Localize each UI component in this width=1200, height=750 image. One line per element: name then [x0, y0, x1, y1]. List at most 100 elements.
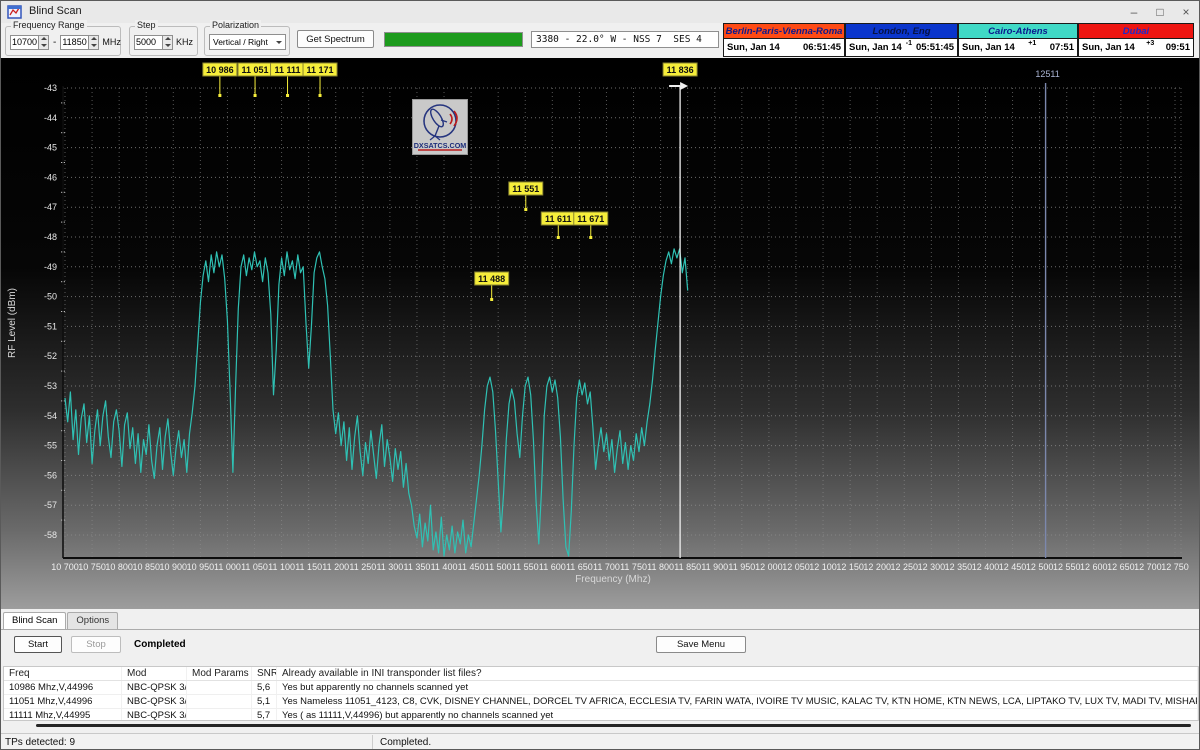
table-cell: 5,7 [252, 709, 277, 721]
svg-text:11 950: 11 950 [728, 562, 755, 572]
frequency-range-group: Frequency Range - MHz [5, 26, 121, 56]
window-title: Blind Scan [29, 5, 82, 17]
spectrum-plot[interactable]: -43-44-45-46-47-48-49-50-51-52-53-54-55-… [1, 58, 1200, 609]
clock-city-header: Cairo-Athens [958, 23, 1078, 39]
svg-text:DXSATCS.COM: DXSATCS.COM [414, 141, 467, 150]
frequency-from-stepper[interactable] [10, 35, 49, 50]
table-header-cell: Already available in INI transponder lis… [277, 667, 1198, 680]
stepper-arrows-icon[interactable] [88, 35, 99, 50]
clock-city-header: Berlin-Paris-Vienna-Roma [723, 23, 845, 39]
svg-text:11 171: 11 171 [307, 65, 334, 75]
start-button[interactable]: Start [14, 636, 62, 653]
clock-utc-offset: -1 [902, 40, 916, 47]
blind-scan-window: Blind Scan – □ × Frequency Range - MHz [0, 0, 1200, 750]
svg-text:11 600: 11 600 [539, 562, 566, 572]
frequency-unit-label: MHz [102, 37, 121, 47]
clock-time: 05:51:45 [916, 42, 954, 53]
svg-text:12 100: 12 100 [809, 562, 837, 572]
clock-city-header: Dubai [1078, 23, 1194, 39]
clock-time: 09:51 [1166, 42, 1190, 53]
clock-time-row: Sun, Jan 14+309:51 [1078, 39, 1194, 57]
svg-text:11 550: 11 550 [512, 562, 539, 572]
svg-text:11 150: 11 150 [295, 562, 322, 572]
polarization-value: Vertical / Right [213, 37, 268, 47]
maximize-button[interactable]: □ [1147, 1, 1173, 23]
table-header-cell: Freq [4, 667, 122, 680]
table-cell: Yes but apparently no channels scanned y… [277, 681, 1198, 694]
svg-text:-48: -48 [44, 232, 57, 242]
clock-date: Sun, Jan 14 [1082, 42, 1135, 53]
svg-text:-51: -51 [44, 321, 57, 331]
step-stepper[interactable] [134, 35, 173, 50]
svg-text:11 111: 11 111 [275, 65, 301, 75]
save-menu-button[interactable]: Save Menu [656, 636, 746, 653]
svg-text:11 488: 11 488 [478, 274, 505, 284]
stepper-arrows-icon[interactable] [162, 35, 173, 50]
minimize-button[interactable]: – [1121, 1, 1147, 23]
table-header-row: FreqModMod ParamsSNRAlready available in… [4, 667, 1198, 681]
statusbar: TPs detected: 9 Completed. [1, 733, 1200, 750]
svg-text:12 600: 12 600 [1080, 562, 1108, 572]
svg-text:10 900: 10 900 [160, 562, 188, 572]
table-row[interactable]: 11051 Mhz,V,44996NBC-QPSK 3/45,1Yes Name… [4, 695, 1198, 709]
table-row[interactable]: 10986 Mhz,V,44996NBC-QPSK 3/45,6Yes but … [4, 681, 1198, 695]
polarization-select[interactable]: Vertical / Right [209, 34, 286, 50]
statusbar-separator [372, 735, 373, 750]
tps-detected-label: TPs detected: 9 [5, 737, 369, 748]
svg-text:RF Level (dBm): RF Level (dBm) [7, 288, 18, 358]
tab-blind-scan[interactable]: Blind Scan [3, 612, 66, 629]
svg-text:-58: -58 [44, 530, 57, 540]
table-header-cell: SNR [252, 667, 277, 680]
table-cell: NBC-QPSK 3/4 [122, 681, 187, 694]
svg-text:10 800: 10 800 [105, 562, 133, 572]
svg-text:11 400: 11 400 [431, 562, 458, 572]
app-icon [7, 4, 23, 20]
svg-text:11 050: 11 050 [241, 562, 268, 572]
satellite-position-field[interactable]: 3380 - 22.0° W - NSS 7 SES 4 [531, 31, 719, 48]
frequency-to-input[interactable] [60, 35, 88, 50]
svg-text:-53: -53 [44, 381, 57, 391]
step-input[interactable] [134, 35, 162, 50]
clock-panel: Berlin-Paris-Vienna-RomaSun, Jan 1406:51… [723, 23, 845, 57]
table-cell [187, 695, 252, 708]
clock-panel: Cairo-AthensSun, Jan 14+107:51 [958, 23, 1078, 57]
svg-text:11 611: 11 611 [545, 214, 572, 224]
statusbar-completed-label: Completed. [380, 737, 431, 748]
stepper-arrows-icon[interactable] [38, 35, 49, 50]
close-button[interactable]: × [1173, 1, 1199, 23]
scrollbar-thumb[interactable] [36, 724, 1191, 727]
svg-text:Frequency (Mhz): Frequency (Mhz) [575, 574, 651, 585]
table-row[interactable]: 11111 Mhz,V,44995NBC-QPSK 3/45,7Yes ( as… [4, 709, 1198, 721]
get-spectrum-button[interactable]: Get Spectrum [297, 30, 374, 48]
titlebar: Blind Scan – □ × [1, 1, 1199, 24]
table-cell [187, 709, 252, 721]
svg-text:11 500: 11 500 [485, 562, 512, 572]
svg-text:-43: -43 [44, 83, 57, 93]
scan-progress-bar [384, 32, 523, 47]
svg-text:12 050: 12 050 [782, 562, 810, 572]
spectrum-chart[interactable]: -43-44-45-46-47-48-49-50-51-52-53-54-55-… [1, 58, 1200, 609]
clock-utc-offset: +3 [1135, 40, 1166, 47]
svg-text:12 350: 12 350 [945, 562, 973, 572]
svg-text:11 836: 11 836 [667, 65, 694, 75]
clock-panel: London, EngSun, Jan 14-105:51:45 [845, 23, 958, 57]
table-horizontal-scrollbar[interactable] [3, 722, 1199, 730]
svg-text:12 650: 12 650 [1107, 562, 1135, 572]
tabstrip: Blind ScanOptions [3, 612, 119, 629]
svg-text:11 000: 11 000 [214, 562, 241, 572]
table-cell: 5,1 [252, 695, 277, 708]
transponder-table[interactable]: FreqModMod ParamsSNRAlready available in… [3, 666, 1199, 721]
clock-date: Sun, Jan 14 [849, 42, 902, 53]
frequency-to-stepper[interactable] [60, 35, 99, 50]
svg-text:10 986: 10 986 [206, 65, 234, 75]
svg-text:11 100: 11 100 [268, 562, 295, 572]
table-cell: Yes Nameless 11051_4123, C8, CVK, DISNEY… [277, 695, 1198, 708]
scan-status-label: Completed [134, 639, 186, 650]
stop-button[interactable]: Stop [71, 636, 121, 653]
frequency-from-input[interactable] [10, 35, 38, 50]
svg-text:11 850: 11 850 [674, 562, 701, 572]
svg-text:-55: -55 [44, 441, 57, 451]
tab-options[interactable]: Options [67, 612, 118, 629]
table-cell [187, 681, 252, 694]
clock-date: Sun, Jan 14 [727, 42, 780, 53]
